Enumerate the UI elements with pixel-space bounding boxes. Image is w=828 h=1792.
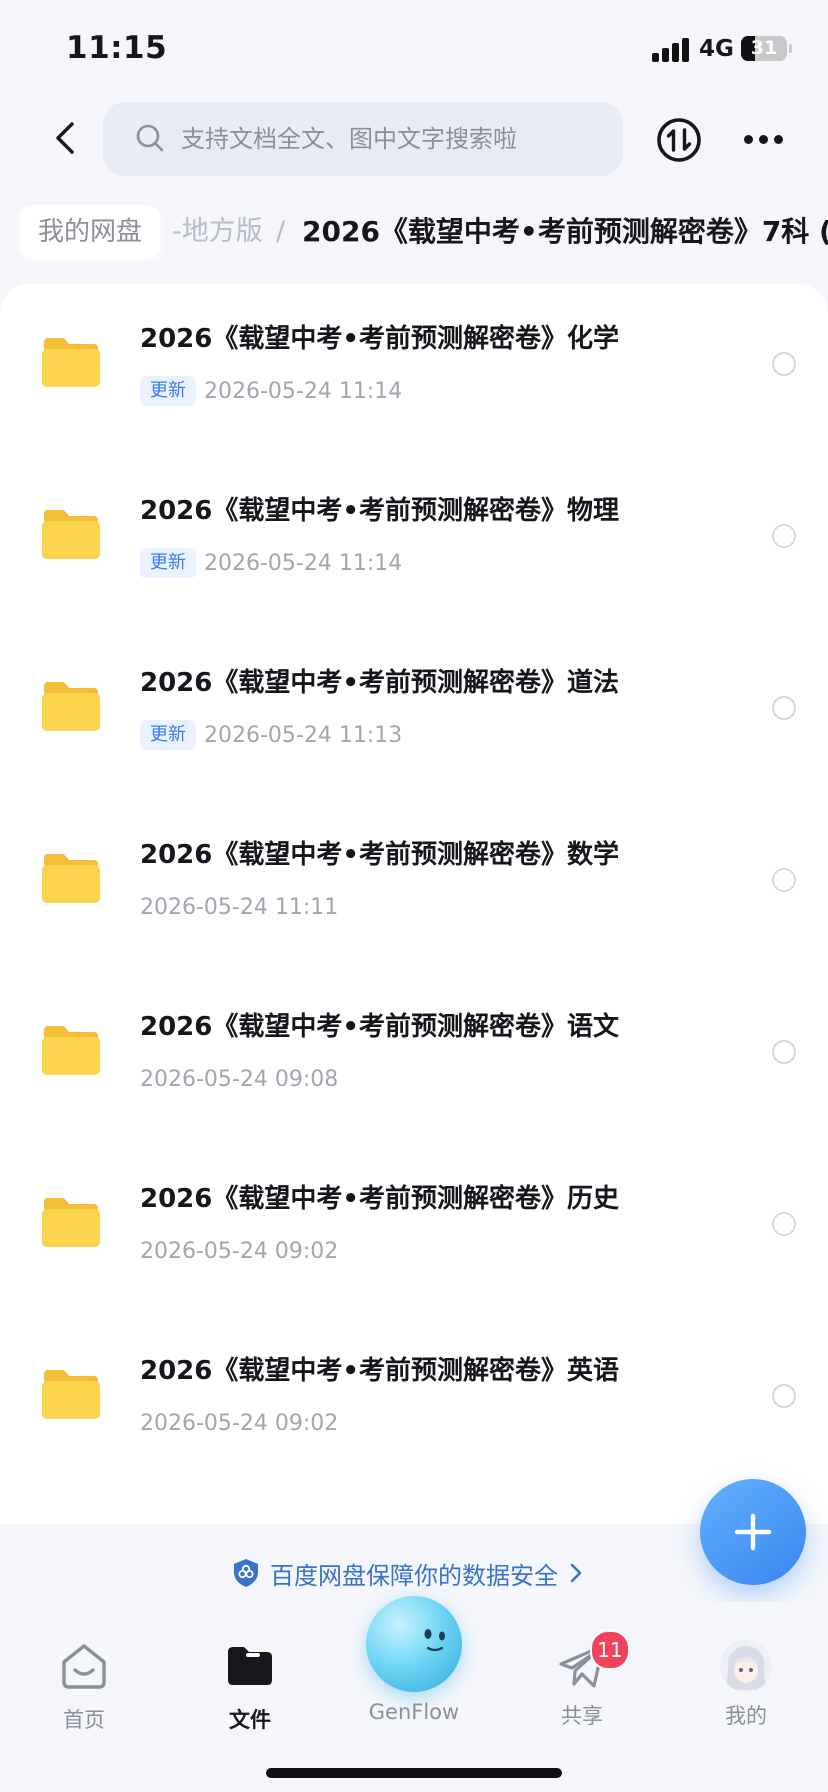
update-badge: 更新 — [140, 376, 196, 406]
genflow-face-icon — [424, 1629, 445, 1652]
file-name: 2026《载望中考•考前预测解密卷》语文 — [140, 1012, 619, 1042]
folder-icon — [42, 1370, 100, 1419]
more-icon[interactable] — [744, 135, 784, 145]
signal-icon — [652, 38, 690, 62]
safety-notice-text: 百度网盘保障你的数据安全 — [270, 1561, 558, 1590]
genflow-button[interactable] — [366, 1596, 462, 1692]
status-bar: 11:15 4G 31 — [0, 0, 828, 100]
file-date: 2026-05-24 09:02 — [140, 1410, 339, 1436]
tab-share[interactable]: 11 共享 — [522, 1630, 642, 1730]
share-badge: 11 — [590, 1630, 630, 1670]
home-indicator — [266, 1768, 562, 1778]
data-safety-link[interactable]: 百度网盘保障你的数据安全 — [232, 1553, 584, 1593]
list-item[interactable]: 2026《载望中考•考前预测解密卷》化学 更新 2026-05-24 11:14 — [0, 284, 828, 456]
add-button[interactable] — [700, 1479, 806, 1585]
breadcrumb: -地方版 我的网盘 / 2026《载望中考•考前预测解密卷》7科 (河 — [0, 206, 828, 262]
file-list: 2026《载望中考•考前预测解密卷》化学 更新 2026-05-24 11:14 … — [0, 284, 828, 1524]
update-badge: 更新 — [140, 548, 196, 578]
folder-icon — [42, 854, 100, 903]
tab-home[interactable]: 首页 — [24, 1640, 144, 1734]
file-meta: 2026-05-24 09:02 — [140, 1406, 338, 1440]
update-badge: 更新 — [140, 720, 196, 750]
folder-icon — [42, 510, 100, 559]
file-meta: 更新 2026-05-24 11:13 — [140, 718, 402, 752]
select-checkbox[interactable] — [772, 696, 796, 720]
tab-mine[interactable]: 我的 — [686, 1640, 806, 1730]
folder-icon — [228, 1647, 272, 1685]
list-item[interactable]: 2026《载望中考•考前预测解密卷》历史 2026-05-24 09:02 — [0, 1144, 828, 1316]
shield-icon — [234, 1559, 258, 1587]
folder-icon — [42, 682, 100, 731]
chevron-right-icon — [570, 1563, 582, 1583]
file-name: 2026《载望中考•考前预测解密卷》道法 — [140, 668, 619, 698]
sort-icon[interactable] — [656, 117, 702, 163]
file-date: 2026-05-24 11:11 — [140, 894, 339, 920]
folder-icon — [42, 338, 100, 387]
search-bar[interactable] — [103, 102, 623, 176]
select-checkbox[interactable] — [772, 868, 796, 892]
tab-mine-label: 我的 — [725, 1704, 767, 1728]
battery-icon: 31 — [741, 36, 787, 61]
select-checkbox[interactable] — [772, 524, 796, 548]
file-meta: 2026-05-24 09:08 — [140, 1062, 338, 1096]
breadcrumb-separator: / — [276, 216, 286, 247]
select-checkbox[interactable] — [772, 1212, 796, 1236]
select-checkbox[interactable] — [772, 1040, 796, 1064]
list-item[interactable]: 2026《载望中考•考前预测解密卷》物理 更新 2026-05-24 11:14 — [0, 456, 828, 628]
file-name: 2026《载望中考•考前预测解密卷》物理 — [140, 496, 619, 526]
avatar — [720, 1640, 772, 1692]
folder-icon — [42, 1198, 100, 1247]
file-name: 2026《载望中考•考前预测解密卷》化学 — [140, 324, 619, 354]
battery-level: 31 — [750, 37, 778, 59]
list-item[interactable]: 2026《载望中考•考前预测解密卷》英语 2026-05-24 09:02 — [0, 1316, 828, 1488]
share-icon-wrap: 11 — [556, 1630, 630, 1692]
file-date: 2026-05-24 09:08 — [140, 1066, 339, 1092]
tab-bar: 首页 文件 GenFlow 11 共享 我的 — [0, 1596, 828, 1792]
tab-genflow-label: GenFlow — [368, 1700, 460, 1724]
file-date: 2026-05-24 09:02 — [140, 1238, 339, 1264]
file-meta: 更新 2026-05-24 11:14 — [140, 374, 402, 408]
clock: 11:15 — [66, 30, 168, 66]
select-checkbox[interactable] — [772, 1384, 796, 1408]
chevron-left-icon[interactable] — [46, 118, 86, 158]
file-name: 2026《载望中考•考前预测解密卷》历史 — [140, 1184, 619, 1214]
breadcrumb-current: 2026《载望中考•考前预测解密卷》7科 (河 — [302, 215, 828, 248]
tab-share-label: 共享 — [561, 1704, 603, 1728]
tab-files-label: 文件 — [229, 1708, 271, 1732]
home-icon — [62, 1644, 106, 1689]
file-name: 2026《载望中考•考前预测解密卷》英语 — [140, 1356, 619, 1386]
network-type: 4G — [699, 36, 734, 62]
list-item[interactable]: 2026《载望中考•考前预测解密卷》道法 更新 2026-05-24 11:13 — [0, 628, 828, 800]
search-input[interactable] — [181, 116, 601, 162]
breadcrumb-home[interactable]: 我的网盘 — [20, 206, 161, 258]
file-date: 2026-05-24 11:13 — [204, 722, 403, 748]
battery-tip — [789, 44, 792, 53]
file-name: 2026《载望中考•考前预测解密卷》数学 — [140, 840, 619, 870]
tab-home-label: 首页 — [63, 1708, 105, 1732]
file-meta: 更新 2026-05-24 11:14 — [140, 546, 402, 580]
file-meta: 2026-05-24 09:02 — [140, 1234, 338, 1268]
file-date: 2026-05-24 11:14 — [204, 550, 403, 576]
file-meta: 2026-05-24 11:11 — [140, 890, 338, 924]
search-icon — [136, 124, 164, 152]
list-item[interactable]: 2026《载望中考•考前预测解密卷》语文 2026-05-24 09:08 — [0, 972, 828, 1144]
tab-files[interactable]: 文件 — [190, 1640, 310, 1734]
list-item[interactable]: 2026《载望中考•考前预测解密卷》数学 2026-05-24 11:11 — [0, 800, 828, 972]
breadcrumb-parent[interactable]: -地方版 — [172, 206, 263, 258]
select-checkbox[interactable] — [772, 352, 796, 376]
folder-icon — [42, 1026, 100, 1075]
file-date: 2026-05-24 11:14 — [204, 378, 403, 404]
plus-icon — [734, 1513, 772, 1551]
